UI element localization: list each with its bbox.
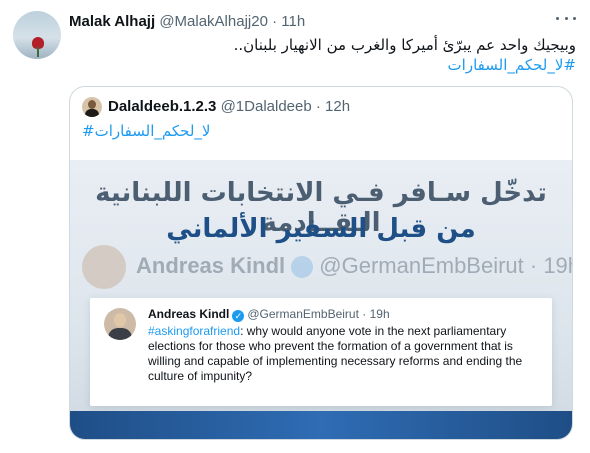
quoted-header: Dalaldeeb.1.2.3 @1Dalaldeeb · 12h: [108, 98, 350, 115]
embedded-time: 19h: [369, 307, 390, 321]
quoted-tweet[interactable]: Dalaldeeb.1.2.3 @1Dalaldeeb · 12h #لا_لح…: [69, 86, 573, 440]
quoted-hashtag-text[interactable]: #لا_لحكم_السفارات: [82, 122, 210, 140]
media-banner-line2: من قبل السفير الألماني: [166, 214, 476, 244]
quoted-media-image[interactable]: تدخّل سـافر فـي الانتخابات اللبنانية الـ…: [70, 160, 572, 439]
avatar-face: [88, 100, 96, 109]
author-handle[interactable]: @MalakAlhajj20: [159, 13, 268, 30]
avatar-body: [85, 109, 99, 117]
quoted-author-handle[interactable]: @1Dalaldeeb: [221, 98, 312, 115]
tweet-body: وبيجيك واحد عم يبرّئ أميركا والغرب من ال…: [230, 35, 576, 75]
verified-badge-icon: [291, 256, 314, 279]
embedded-text: #askingforafriend: why would anyone vote…: [148, 324, 540, 384]
quoted-author-name[interactable]: Dalaldeeb.1.2.3: [108, 98, 216, 115]
embedded-hashtag: #askingforafriend: [148, 324, 241, 338]
quoted-separator: ·: [315, 98, 321, 115]
media-embedded-tweet: Andreas Kindl ✓ @GermanEmbBeirut · 19h #as…: [90, 298, 552, 406]
more-horizontal-icon[interactable]: [556, 12, 576, 24]
author-name[interactable]: Malak Alhajj: [69, 13, 155, 30]
media-ghost-avatar: [82, 245, 126, 289]
more-dot: [573, 16, 576, 20]
tweet-text: وبيجيك واحد عم يبرّئ أميركا والغرب من ال…: [233, 36, 576, 54]
media-bottom-strip: [70, 411, 572, 439]
embedded-author-name: Andreas Kindl: [148, 307, 230, 321]
author-avatar[interactable]: [13, 11, 61, 59]
embedded-avatar: [104, 308, 136, 340]
more-dot: [556, 16, 559, 20]
header-separator: ·: [272, 13, 278, 30]
embedded-header: Andreas Kindl ✓ @GermanEmbBeirut · 19h: [148, 307, 390, 322]
tweet-hashtag[interactable]: #لا_لحكم_السفارات: [230, 55, 576, 75]
media-background-tweet: Andreas Kindl @GermanEmbBeirut · 19h: [70, 243, 572, 293]
avatar-face: [114, 313, 126, 327]
quoted-time[interactable]: 12h: [325, 98, 350, 115]
media-ghost-handle: @GermanEmbBeirut · 19h: [319, 253, 572, 278]
media-ghost-name: Andreas Kindl: [136, 253, 286, 278]
embedded-separator: ·: [362, 307, 367, 321]
quoted-author-avatar[interactable]: [82, 97, 102, 117]
rose-stem: [37, 47, 39, 57]
quoted-hashtag[interactable]: #لا_لحكم_السفارات: [82, 122, 210, 140]
avatar-body: [108, 328, 132, 340]
media-ghost-header: Andreas Kindl @GermanEmbBeirut · 19h: [136, 253, 572, 279]
embedded-handle: @GermanEmbBeirut: [247, 307, 359, 321]
tweet-time[interactable]: 11h: [281, 13, 305, 30]
verified-badge-icon: ✓: [232, 310, 245, 322]
more-dot: [564, 16, 568, 20]
tweet-header: Malak Alhajj @MalakAlhajj20 · 11h: [69, 13, 305, 30]
